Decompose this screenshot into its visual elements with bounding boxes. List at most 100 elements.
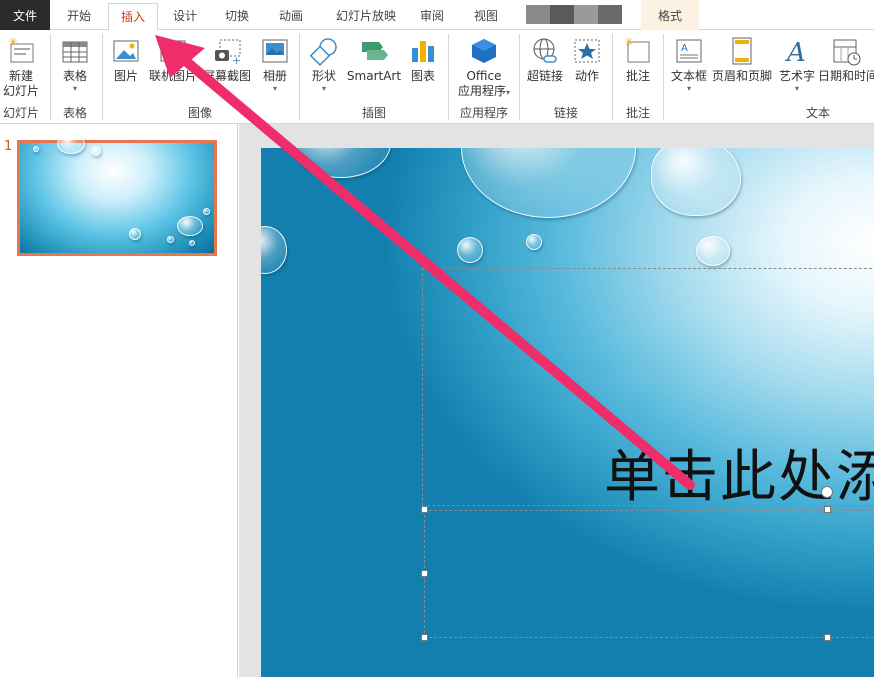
chart-label: 图表 bbox=[410, 69, 435, 83]
photo-album-label: 相册 bbox=[262, 69, 287, 83]
wordart-button[interactable]: A 艺术字 ▾ bbox=[776, 34, 818, 94]
textbox-icon: A bbox=[674, 36, 704, 66]
title-placeholder-text[interactable]: 单击此处添 bbox=[604, 432, 874, 513]
screenshot-label: 屏幕截图 bbox=[202, 69, 251, 83]
group-separator bbox=[612, 34, 613, 120]
date-time-button[interactable]: 日期和时间 bbox=[818, 34, 874, 84]
group-separator bbox=[663, 34, 664, 120]
smartart-icon bbox=[359, 36, 389, 66]
subtitle-placeholder[interactable] bbox=[424, 510, 874, 638]
table-label: 表格 bbox=[62, 69, 87, 83]
water-drop bbox=[651, 148, 741, 216]
new-slide-button[interactable]: ✳ 新建 幻灯片 bbox=[0, 34, 42, 99]
tab-slideshow[interactable]: 幻灯片放映 bbox=[326, 0, 406, 30]
water-drop bbox=[129, 228, 141, 240]
comment-button[interactable]: ✳ 批注 bbox=[618, 34, 658, 84]
group-separator bbox=[50, 34, 51, 120]
office-apps-button[interactable]: Office 应用程序▾ bbox=[452, 34, 516, 100]
gray-swatch bbox=[550, 5, 574, 24]
screenshot-button[interactable]: + 屏幕截图 bbox=[202, 34, 252, 84]
hyperlink-button[interactable]: 超链接 bbox=[524, 34, 566, 84]
group-label-links: 链接 bbox=[553, 106, 578, 120]
gray-swatch bbox=[598, 5, 622, 24]
online-picture-button[interactable]: 联机图片 bbox=[147, 34, 199, 84]
smartart-button[interactable]: SmartArt bbox=[346, 34, 402, 84]
water-drop bbox=[696, 236, 730, 266]
shapes-button[interactable]: 形状 ▾ bbox=[304, 34, 344, 94]
action-label: 动作 bbox=[574, 69, 599, 83]
online-picture-icon bbox=[158, 36, 188, 66]
gray-swatch bbox=[526, 5, 550, 24]
picture-button[interactable]: 图片 bbox=[108, 34, 144, 84]
wordart-icon: A bbox=[782, 36, 812, 68]
rotate-handle-icon[interactable] bbox=[821, 486, 833, 498]
group-label-illustrations: 插图 bbox=[361, 106, 386, 120]
water-drop bbox=[33, 146, 39, 152]
resize-handle[interactable] bbox=[824, 506, 831, 513]
tab-design[interactable]: 设计 bbox=[162, 0, 208, 30]
table-button[interactable]: 表格 ▾ bbox=[56, 34, 94, 94]
office-apps-label-2: 应用程序▾ bbox=[457, 84, 511, 98]
textbox-label: 文本框 bbox=[670, 69, 707, 83]
tab-transitions[interactable]: 切换 bbox=[214, 0, 260, 30]
chart-icon bbox=[408, 36, 438, 66]
tab-animations[interactable]: 动画 bbox=[268, 0, 314, 30]
tab-home[interactable]: 开始 bbox=[55, 0, 103, 30]
tab-review[interactable]: 审阅 bbox=[412, 0, 452, 30]
resize-handle[interactable] bbox=[824, 634, 831, 641]
group-separator bbox=[102, 34, 103, 120]
water-drop bbox=[167, 236, 174, 243]
new-slide-label-2: 幻灯片 bbox=[2, 84, 39, 98]
svg-text:+: + bbox=[232, 54, 241, 66]
date-time-label: 日期和时间 bbox=[818, 69, 874, 83]
tab-format[interactable]: 格式 bbox=[641, 0, 699, 30]
header-footer-button[interactable]: 页眉和页脚 bbox=[710, 34, 774, 84]
dropdown-arrow-icon: ▾ bbox=[686, 84, 691, 93]
group-separator bbox=[299, 34, 300, 120]
water-drop bbox=[261, 226, 287, 274]
resize-handle[interactable] bbox=[421, 506, 428, 513]
tab-file[interactable]: 文件 bbox=[0, 0, 50, 30]
chart-button[interactable]: 图表 bbox=[404, 34, 442, 84]
dropdown-arrow-icon: ▾ bbox=[794, 84, 799, 93]
dropdown-arrow-icon: ▾ bbox=[321, 84, 326, 93]
picture-icon bbox=[111, 36, 141, 66]
tab-view[interactable]: 视图 bbox=[464, 0, 508, 30]
photo-album-icon bbox=[260, 36, 290, 66]
shapes-icon bbox=[309, 36, 339, 66]
office-apps-icon bbox=[469, 36, 499, 66]
svg-text:A: A bbox=[681, 43, 688, 54]
picture-label: 图片 bbox=[113, 69, 138, 83]
water-drop bbox=[457, 237, 483, 263]
comment-icon: ✳ bbox=[623, 35, 653, 66]
resize-handle[interactable] bbox=[421, 570, 428, 577]
group-separator bbox=[519, 34, 520, 120]
water-drop bbox=[57, 134, 85, 154]
group-label-apps: 应用程序 bbox=[459, 106, 508, 120]
shapes-label: 形状 bbox=[311, 69, 336, 83]
hyperlink-icon bbox=[530, 36, 560, 66]
ribbon-insert: ✳ 新建 幻灯片 表格 ▾ 图片 联机图片 + 屏幕截图 相册 ▾ 形状 ▾ S… bbox=[0, 30, 874, 124]
photo-album-button[interactable]: 相册 ▾ bbox=[256, 34, 294, 94]
online-picture-label: 联机图片 bbox=[148, 69, 197, 83]
group-label-images: 图像 bbox=[187, 106, 212, 120]
smartart-label: SmartArt bbox=[346, 69, 402, 83]
table-icon bbox=[60, 36, 90, 66]
thumbnail-bubbles bbox=[17, 134, 217, 256]
water-drop bbox=[526, 234, 542, 250]
group-label-comments: 批注 bbox=[625, 106, 650, 120]
gray-swatch bbox=[574, 5, 598, 24]
water-drop bbox=[203, 208, 210, 215]
office-apps-label: Office bbox=[466, 69, 502, 83]
svg-text:A: A bbox=[785, 38, 806, 66]
header-footer-label: 页眉和页脚 bbox=[711, 69, 772, 83]
textbox-button[interactable]: A 文本框 ▾ bbox=[668, 34, 710, 94]
resize-handle[interactable] bbox=[421, 634, 428, 641]
slide-number: 1 bbox=[4, 139, 13, 154]
comment-label: 批注 bbox=[625, 69, 650, 83]
action-button[interactable]: 动作 bbox=[568, 34, 606, 84]
ribbon-tab-bar: 文件 开始 插入 设计 切换 动画 幻灯片放映 审阅 视图 格式 bbox=[0, 0, 874, 34]
action-icon bbox=[572, 36, 602, 66]
svg-text:✳: ✳ bbox=[8, 36, 18, 49]
new-slide-icon: ✳ bbox=[6, 35, 36, 66]
